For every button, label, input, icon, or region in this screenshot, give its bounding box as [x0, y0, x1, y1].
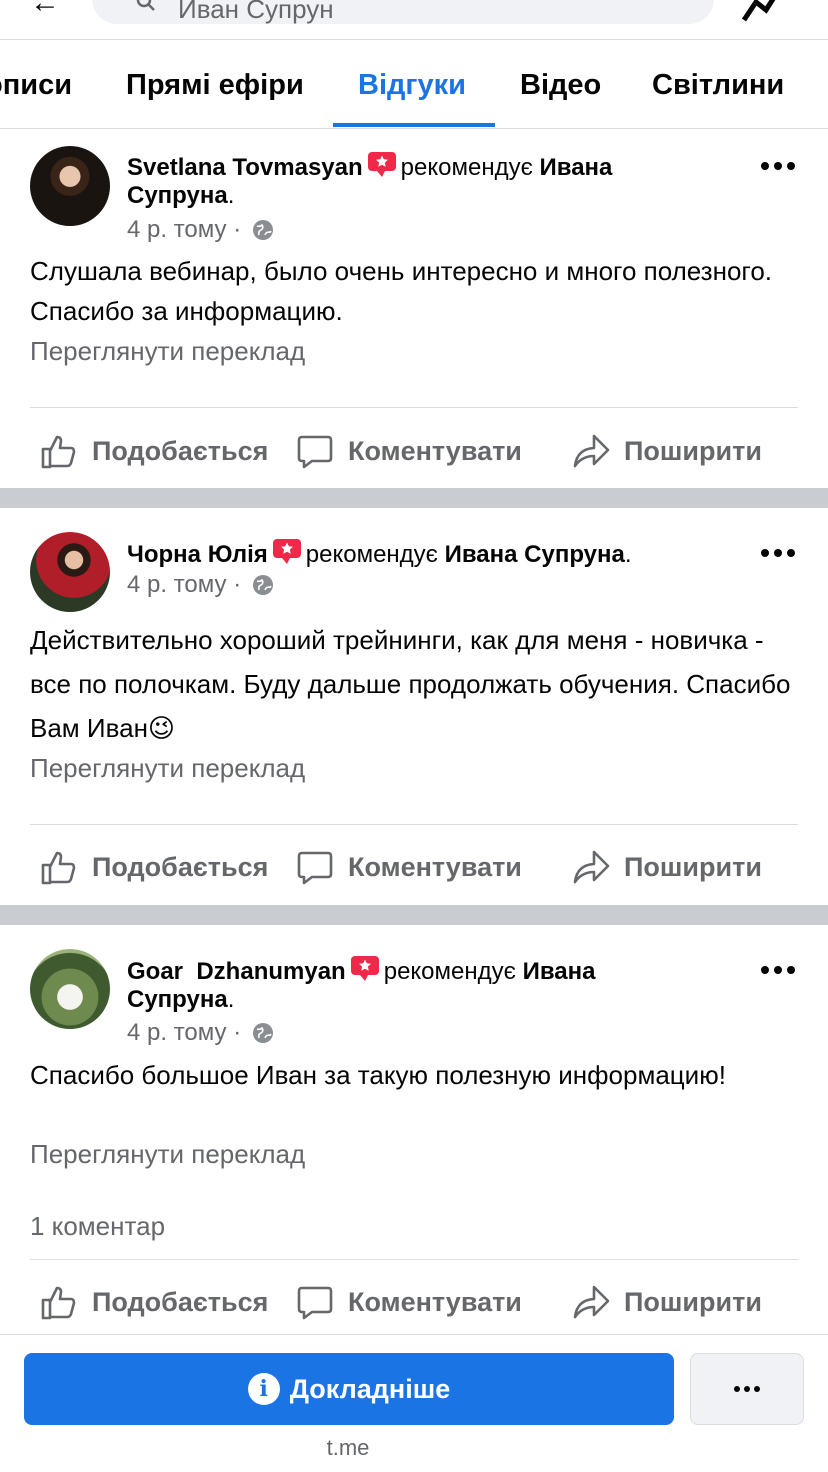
more-icon: [734, 1386, 760, 1392]
see-translation-link[interactable]: Переглянути переклад: [30, 336, 305, 367]
recommend-star-icon: [272, 539, 301, 564]
divider: [30, 1259, 798, 1260]
action-bar: Подобається Коментувати Поширити: [0, 842, 828, 892]
post-time-text[interactable]: 4 р. тому: [127, 216, 227, 243]
card-separator: [0, 905, 828, 925]
top-bar: ← Иван Супрун: [0, 0, 828, 40]
share-label: Поширити: [624, 435, 762, 466]
globe-icon: [252, 1023, 273, 1043]
more-icon[interactable]: [760, 965, 796, 975]
like-button[interactable]: Подобається: [40, 842, 268, 892]
review-header: Svetlana Tovmasyan рекомендує Ивана Супру…: [127, 151, 707, 210]
divider: [30, 824, 798, 825]
sentence-period: .: [624, 541, 632, 568]
bottom-cta-bar: i Докладніше t.me: [0, 1334, 828, 1472]
share-button[interactable]: Поширити: [572, 426, 762, 476]
comment-label: Коментувати: [348, 1286, 522, 1317]
recommend-star-icon: [367, 152, 396, 177]
learn-more-label: Докладніше: [289, 1373, 451, 1404]
like-button[interactable]: Подобається: [40, 426, 268, 476]
post-time: 4 р. тому ·: [127, 216, 274, 244]
comment-label: Коментувати: [348, 851, 522, 882]
info-icon: i: [247, 1373, 280, 1405]
author-name[interactable]: Svetlana Tovmasyan: [127, 154, 363, 181]
globe-icon: [252, 220, 273, 240]
review-text: Действительно хороший трейнинги, как для…: [30, 625, 791, 743]
post-time-text[interactable]: 4 р. тому: [127, 1019, 227, 1046]
like-button[interactable]: Подобається: [40, 1277, 268, 1327]
recommends-label: рекомендує: [383, 958, 516, 985]
author-name[interactable]: Чорна Юлія: [127, 541, 268, 568]
comment-button[interactable]: Коментувати: [296, 426, 522, 476]
tab-photos[interactable]: Світлини: [652, 69, 784, 102]
like-icon: [41, 435, 76, 469]
post-time: 4 р. тому ·: [127, 1019, 274, 1047]
recommends-label: рекомендує: [400, 154, 533, 181]
review-card: Чорна Юлія рекомендує Ивана Супруна. 4 р.…: [0, 508, 828, 905]
comment-icon: [297, 1286, 333, 1320]
share-button[interactable]: Поширити: [572, 1277, 762, 1327]
review-header: Goar Dzhanumyan рекомендує Ивана Супруна.: [127, 955, 707, 1014]
profile-tabs: Дописи Прямі ефіри Відгуки Відео Світлин…: [0, 41, 828, 129]
tab-reviews[interactable]: Відгуки: [358, 69, 466, 102]
tab-videos[interactable]: Відео: [520, 69, 601, 102]
learn-more-button[interactable]: i Докладніше: [24, 1353, 674, 1425]
recommend-star-icon: [350, 956, 379, 981]
like-label: Подобається: [92, 851, 269, 882]
globe-icon: [252, 575, 273, 595]
more-options-button[interactable]: [690, 1353, 804, 1425]
recommends-label: рекомендує: [305, 541, 438, 568]
comments-count[interactable]: 1 коментар: [30, 1211, 165, 1242]
comment-button[interactable]: Коментувати: [296, 842, 522, 892]
more-icon[interactable]: [760, 161, 796, 171]
see-translation-link[interactable]: Переглянути переклад: [30, 753, 305, 784]
review-text: Слушала вебинар, было очень интересно и …: [30, 256, 773, 326]
messenger-icon[interactable]: [740, 0, 784, 24]
comment-icon: [297, 851, 333, 885]
like-label: Подобається: [92, 1286, 269, 1317]
avatar[interactable]: [30, 532, 110, 612]
sentence-period: .: [227, 182, 235, 209]
action-bar: Подобається Коментувати Поширити: [0, 1277, 828, 1327]
avatar[interactable]: [30, 146, 110, 226]
author-name[interactable]: Goar Dzhanumyan: [127, 958, 346, 985]
card-separator: [0, 488, 828, 508]
divider: [30, 407, 798, 408]
post-time: 4 р. тому ·: [127, 571, 274, 599]
comment-button[interactable]: Коментувати: [296, 1277, 522, 1327]
more-icon[interactable]: [760, 548, 796, 558]
share-icon: [573, 1285, 610, 1319]
comment-icon: [297, 435, 333, 469]
share-button[interactable]: Поширити: [572, 842, 762, 892]
share-icon: [573, 434, 610, 468]
review-card: Svetlana Tovmasyan рекомендує Ивана Супру…: [0, 130, 828, 488]
search-field[interactable]: Иван Супрун: [92, 0, 714, 24]
sentence-period: .: [227, 986, 235, 1013]
tab-posts[interactable]: Дописи: [0, 69, 72, 102]
link-domain: t.me: [326, 1435, 370, 1460]
like-label: Подобається: [92, 435, 269, 466]
search-icon: [136, 0, 155, 11]
review-text: Спасибо большое Иван за такую полезную и…: [30, 1060, 726, 1090]
like-icon: [41, 851, 76, 885]
review-card: Goar Dzhanumyan рекомендує Ивана Супруна.…: [0, 925, 828, 1334]
tab-live[interactable]: Прямі ефіри: [126, 69, 304, 102]
search-query: Иван Супрун: [178, 0, 334, 24]
like-icon: [41, 1286, 76, 1320]
comment-label: Коментувати: [348, 435, 522, 466]
see-translation-link[interactable]: Переглянути переклад: [30, 1139, 305, 1170]
back-arrow-icon[interactable]: ←: [30, 0, 60, 20]
share-icon: [573, 850, 610, 884]
review-header: Чорна Юлія рекомендує Ивана Супруна.: [127, 538, 707, 569]
recommended-page[interactable]: Ивана Супруна: [445, 541, 625, 568]
post-time-text[interactable]: 4 р. тому: [127, 571, 227, 598]
action-bar: Подобається Коментувати Поширити: [0, 426, 828, 476]
active-tab-indicator: [333, 123, 495, 127]
share-label: Поширити: [624, 1286, 762, 1317]
share-label: Поширити: [624, 851, 762, 882]
avatar[interactable]: [30, 949, 110, 1029]
